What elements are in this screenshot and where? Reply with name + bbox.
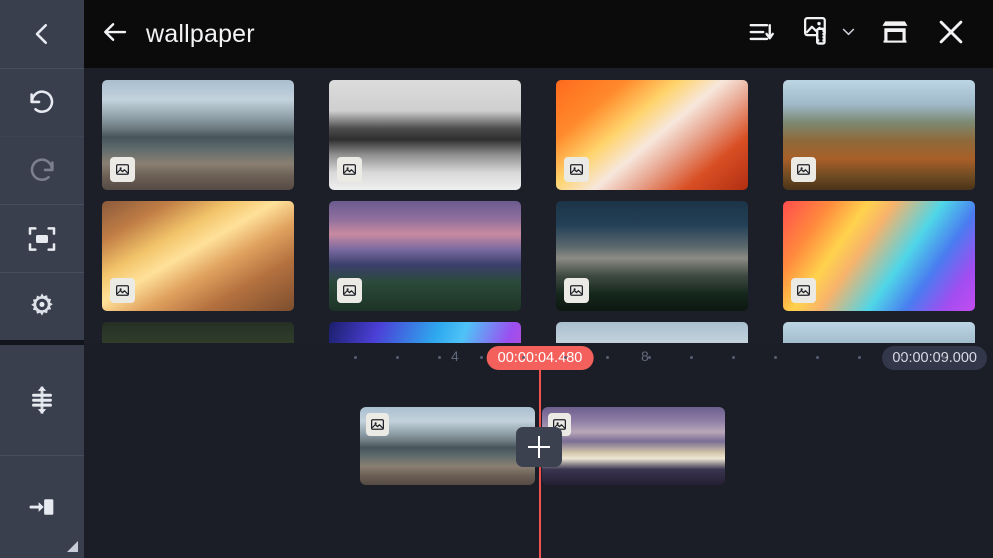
chevron-down-icon: [840, 23, 857, 45]
thumb-dark-foliage[interactable]: [102, 322, 294, 344]
expand-vertical-icon: [25, 383, 59, 417]
thumb-warm-slot-canyon[interactable]: [102, 201, 294, 311]
ruler-tick: [690, 356, 693, 359]
close-icon: [935, 16, 967, 53]
media-grid-cell: [311, 195, 538, 316]
timeline-ruler[interactable]: 00:00:04.480 00:00:09.000 4 8: [84, 343, 993, 375]
image-badge-icon: [791, 278, 816, 303]
ruler-tick: [858, 356, 861, 359]
left-toolbar: [0, 0, 84, 558]
media-grid-cell: [538, 316, 765, 343]
chevron-left-icon: [27, 19, 57, 49]
fullscreen-frame-icon: [26, 223, 58, 255]
timeline-clip-car[interactable]: [542, 407, 725, 485]
timeline-track[interactable]: [84, 375, 993, 558]
ruler-tick: [606, 356, 609, 359]
undo-button[interactable]: [0, 68, 84, 136]
sidebar-top-group: [0, 0, 84, 340]
store-button[interactable]: [869, 0, 921, 68]
arrow-to-panel-icon: [25, 490, 59, 524]
ruler-tick: [942, 356, 945, 359]
media-grid-row: [84, 316, 993, 343]
media-grid-row: [84, 74, 993, 195]
playhead-time-badge[interactable]: 00:00:04.480: [487, 346, 594, 370]
media-grid-cell: [84, 195, 311, 316]
thumb-orange-slot-canyon[interactable]: [556, 80, 748, 190]
ruler-tick: [396, 356, 399, 359]
ruler-tick: [438, 356, 441, 359]
export-button[interactable]: [0, 455, 84, 558]
media-grid-row: [84, 195, 993, 316]
total-duration-badge: 00:00:09.000: [882, 346, 987, 370]
image-badge-icon: [791, 157, 816, 182]
redo-button[interactable]: [0, 136, 84, 204]
media-grid-cell: [765, 316, 992, 343]
thumb-half-dome[interactable]: [556, 201, 748, 311]
media-grid-cell: [84, 74, 311, 195]
ruler-tick: [774, 356, 777, 359]
header-actions: [736, 0, 993, 68]
ruler-tick: [816, 356, 819, 359]
thumb-row3-c[interactable]: [556, 322, 748, 344]
ruler-tick: [354, 356, 357, 359]
timeline-clip-lake[interactable]: [360, 407, 535, 485]
thumb-rainbow-gradient[interactable]: [783, 201, 975, 311]
media-gallery[interactable]: [84, 68, 993, 343]
ruler-tick: [522, 356, 525, 359]
thumb-row3-d[interactable]: [783, 322, 975, 344]
page-title: wallpaper: [146, 20, 255, 49]
settings-button[interactable]: [0, 272, 84, 340]
thumb-foggy-mountains[interactable]: [329, 80, 521, 190]
media-filter-button[interactable]: [792, 0, 865, 68]
media-grid-cell: [311, 316, 538, 343]
add-transition-button[interactable]: [516, 427, 562, 467]
image-badge-icon: [110, 278, 135, 303]
storefront-icon: [879, 16, 911, 53]
arrow-left-icon: [100, 17, 130, 52]
sort-button[interactable]: [736, 0, 788, 68]
gear-icon: [26, 291, 58, 323]
image-badge-icon: [564, 278, 589, 303]
video-editor-window: wallpaper: [0, 0, 993, 558]
media-grid-cell: [311, 74, 538, 195]
media-browser-header: wallpaper: [84, 0, 993, 68]
close-button[interactable]: [925, 0, 977, 68]
ruler-label: 4: [451, 348, 459, 364]
ruler-tick: [900, 356, 903, 359]
image-badge-icon: [110, 157, 135, 182]
media-grid-cell: [765, 195, 992, 316]
fit-to-screen-button[interactable]: [0, 204, 84, 272]
thumb-great-wall-autumn[interactable]: [783, 80, 975, 190]
image-badge-icon: [337, 157, 362, 182]
media-grid-cell: [765, 74, 992, 195]
ruler-tick: [564, 356, 567, 359]
clip-thumbnail: [664, 407, 725, 485]
ruler-tick: [480, 356, 483, 359]
sort-descending-icon: [747, 17, 777, 52]
ruler-tick: [732, 356, 735, 359]
image-badge-icon: [564, 157, 589, 182]
media-grid: [84, 68, 993, 343]
resize-grip-icon[interactable]: [67, 541, 78, 552]
image-badge-icon: [366, 413, 389, 436]
thumb-lake-mountains[interactable]: [102, 80, 294, 190]
undo-icon: [26, 87, 58, 119]
media-grid-cell: [84, 316, 311, 343]
media-grid-cell: [538, 195, 765, 316]
media-grid-cell: [538, 74, 765, 195]
ruler-label: 8: [641, 348, 649, 364]
clip-thumbnail: [603, 407, 664, 485]
adjust-height-button[interactable]: [0, 345, 84, 455]
timeline-panel: 00:00:04.480 00:00:09.000 4 8: [84, 343, 993, 558]
image-badge-icon: [337, 278, 362, 303]
collapse-panel-button[interactable]: [0, 0, 84, 68]
sidebar-bottom-group: [0, 345, 84, 558]
thumb-great-wall-dusk[interactable]: [329, 201, 521, 311]
thumb-blue-magenta-gradient[interactable]: [329, 322, 521, 344]
redo-icon: [26, 155, 58, 187]
back-button[interactable]: [84, 0, 146, 68]
image-video-icon: [802, 15, 836, 54]
